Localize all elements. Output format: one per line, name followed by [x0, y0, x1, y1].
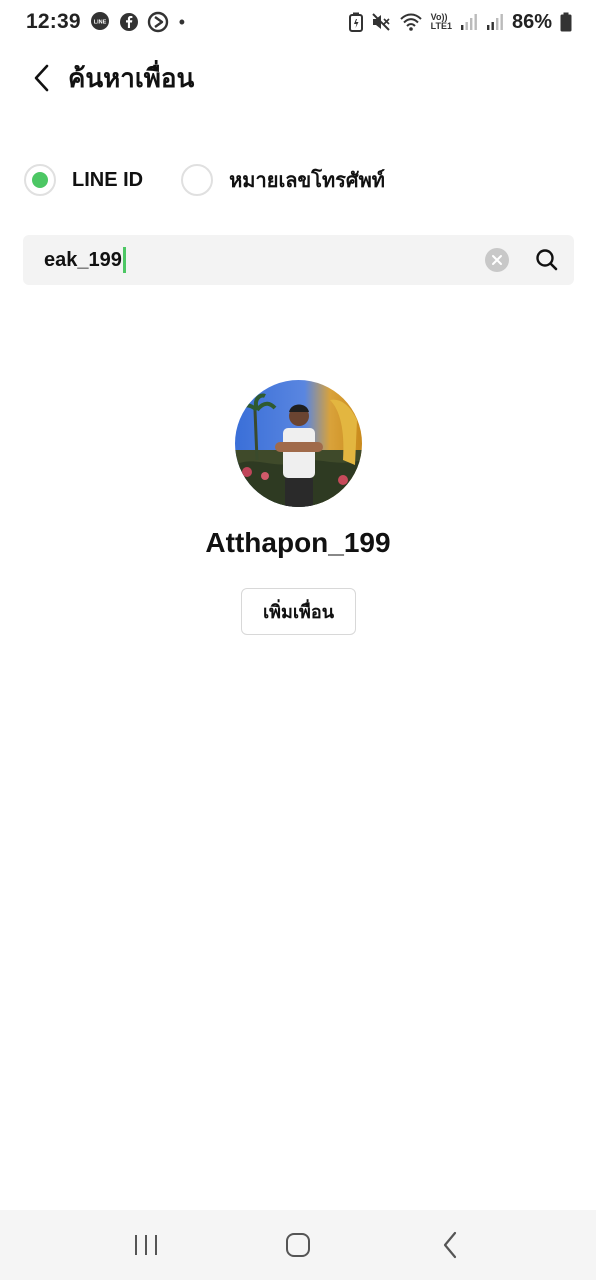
svg-text:LINE: LINE: [93, 20, 106, 26]
search-type-selector: LINE ID หมายเลขโทรศัพท์: [24, 164, 385, 196]
radio-option-phone-number[interactable]: หมายเลขโทรศัพท์: [181, 164, 385, 196]
status-bar-left: 12:39 LINE •: [26, 10, 185, 34]
home-icon: [286, 1233, 310, 1257]
play-icon: [147, 11, 169, 33]
recent-apps-icon: [135, 1235, 157, 1255]
search-input[interactable]: eak_199: [44, 247, 126, 273]
volte-bottom-label: LTE1: [430, 21, 452, 31]
avatar: [235, 380, 362, 507]
wifi-icon: [399, 12, 423, 32]
search-input-text: eak_199: [44, 248, 122, 271]
search-button[interactable]: [534, 247, 560, 273]
more-notifications-dot: •: [178, 11, 186, 32]
radio-label-line-id: LINE ID: [72, 168, 144, 191]
radio-selected-dot: [32, 172, 48, 188]
radio-button-selected[interactable]: [24, 164, 56, 196]
add-friend-button[interactable]: เพิ่มเพื่อน: [241, 588, 356, 635]
radio-button-unselected[interactable]: [181, 164, 214, 196]
status-time: 12:39: [26, 10, 81, 33]
signal-1-icon: [460, 13, 478, 31]
line-icon: LINE: [89, 11, 111, 33]
search-field[interactable]: eak_199: [23, 235, 574, 285]
system-back-button[interactable]: [420, 1215, 480, 1275]
mute-icon: [371, 12, 391, 32]
battery-saver-icon: [348, 12, 363, 32]
battery-percent: 86%: [511, 10, 552, 33]
profile-photo: [235, 380, 362, 507]
back-arrow-icon: [443, 1231, 457, 1259]
header: ค้นหาเพื่อน: [0, 52, 596, 104]
status-bar-right: Vo)) LTE1 86%: [348, 10, 572, 34]
clear-icon: [492, 255, 502, 265]
chevron-left-icon: [34, 64, 49, 92]
recent-apps-button[interactable]: [116, 1215, 176, 1275]
home-button[interactable]: [268, 1215, 328, 1275]
radio-label-phone-number: หมายเลขโทรศัพท์: [229, 170, 385, 192]
page-title: ค้นหาเพื่อน: [68, 62, 195, 93]
navigation-bar: [0, 1210, 596, 1280]
facebook-icon: [119, 12, 139, 32]
volte-indicator: Vo)) LTE1: [431, 13, 452, 31]
clear-button[interactable]: [485, 248, 509, 272]
signal-2-icon: [486, 13, 504, 31]
text-caret: [122, 247, 126, 273]
profile-name: Atthapon_199: [205, 527, 391, 558]
back-button[interactable]: [18, 54, 66, 102]
status-bar: 12:39 LINE • Vo)) LTE1 86%: [0, 0, 596, 44]
search-icon: [536, 249, 558, 271]
radio-option-line-id[interactable]: LINE ID: [24, 164, 143, 196]
battery-icon: [560, 12, 572, 32]
find-friend-screen: 12:39 LINE • Vo)) LTE1 86% ค้นหาเพื่อน L…: [0, 0, 596, 1280]
